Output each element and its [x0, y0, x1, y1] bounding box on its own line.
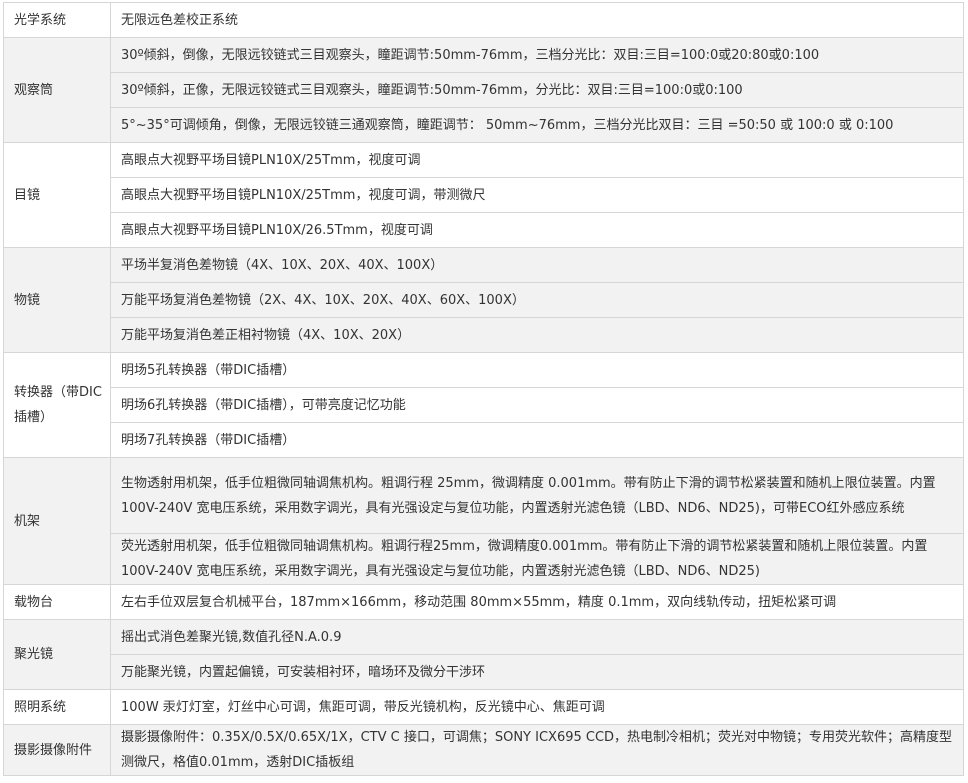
value-cell: 高眼点大视野平场目镜PLN10X/25Tmm，视度可调: [110, 142, 964, 178]
value-cell: 荧光透射用机架，低手位粗微同轴调焦机构。粗调行程25mm，微调精度0.001mm…: [110, 533, 964, 585]
table-row: 万能平场复消色差物镜（2X、4X、10X、20X、40X、60X、100X）: [4, 282, 964, 318]
value-cell: 高眼点大视野平场目镜PLN10X/26.5Tmm，视度可调: [110, 212, 964, 248]
value-cell: 摄影摄像附件：0.35X/0.5X/0.65X/1X，CTV C 接口，可调焦；…: [110, 724, 964, 776]
category-cell: 转换器（带DIC插槽）: [3, 352, 111, 458]
category-cell: 机架: [3, 457, 111, 585]
table-row: 摄影摄像附件 摄影摄像附件：0.35X/0.5X/0.65X/1X，CTV C …: [3, 724, 964, 776]
table-row: 万能聚光镜，内置起偏镜，可安装相衬环，暗场环及微分干涉环: [4, 654, 964, 690]
category-cell: 聚光镜: [3, 619, 111, 690]
table-row: 荧光透射用机架，低手位粗微同轴调焦机构。粗调行程25mm，微调精度0.001mm…: [4, 533, 964, 585]
table-row: 聚光镜 摇出式消色差聚光镜,数值孔径N.A.0.9: [3, 619, 964, 690]
value-cell: 30º倾斜，倒像，无限远铰链式三目观察头，瞳距调节:50mm-76mm，三档分光…: [110, 37, 964, 73]
category-cell: 目镜: [3, 142, 111, 248]
value-cell: 摇出式消色差聚光镜,数值孔径N.A.0.9: [110, 619, 964, 655]
category-cell: 观察筒: [3, 37, 111, 143]
value-cell: 高眼点大视野平场目镜PLN10X/25Tmm，视度可调，带测微尺: [110, 177, 964, 213]
table-row: 目镜 高眼点大视野平场目镜PLN10X/25Tmm，视度可调: [3, 142, 964, 248]
table-row: 光学系统 无限远色差校正系统: [3, 2, 964, 38]
category-cell: 物镜: [3, 247, 111, 353]
table-row: 观察筒 30º倾斜，倒像，无限远铰链式三目观察头，瞳距调节:50mm-76mm，…: [3, 37, 964, 143]
value-cell: 明场7孔转换器（带DIC插槽）: [110, 422, 964, 458]
spec-table: 光学系统 无限远色差校正系统 观察筒 30º倾斜，倒像，无限远铰链式三目观察头，…: [3, 2, 964, 776]
value-cell: 万能平场复消色差正相衬物镜（4X、10X、20X）: [110, 317, 964, 353]
table-row: 万能平场复消色差正相衬物镜（4X、10X、20X）: [4, 317, 964, 353]
table-row: 照明系统 100W 汞灯灯室，灯丝中心可调，焦距可调，带反光镜机构，反光镜中心、…: [3, 689, 964, 725]
category-cell: 光学系统: [3, 2, 111, 38]
category-cell: 载物台: [3, 584, 111, 620]
table-row: 5°~35°可调倾角，倒像，无限远铰链三通观察筒，瞳距调节： 50mm~76mm…: [4, 107, 964, 143]
table-row: 机架 生物透射用机架，低手位粗微同轴调焦机构。粗调行程 25mm，微调精度 0.…: [3, 457, 964, 585]
table-row: 载物台 左右手位双层复合机械平台，187mm×166mm，移动范围 80mm×5…: [3, 584, 964, 620]
value-cell: 明场6孔转换器（带DIC插槽），可带亮度记忆功能: [110, 387, 964, 423]
table-row: 物镜 平场半复消色差物镜（4X、10X、20X、40X、100X）: [3, 247, 964, 353]
value-cell: 100W 汞灯灯室，灯丝中心可调，焦距可调，带反光镜机构，反光镜中心、焦距可调: [110, 689, 964, 725]
category-cell: 摄影摄像附件: [3, 724, 111, 776]
table-row: 转换器（带DIC插槽） 明场5孔转换器（带DIC插槽）: [3, 352, 964, 458]
table-row: 明场6孔转换器（带DIC插槽），可带亮度记忆功能: [4, 387, 964, 423]
value-cell: 万能聚光镜，内置起偏镜，可安装相衬环，暗场环及微分干涉环: [110, 654, 964, 690]
value-cell: 无限远色差校正系统: [110, 2, 964, 38]
value-cell: 明场5孔转换器（带DIC插槽）: [110, 352, 964, 388]
table-row: 明场7孔转换器（带DIC插槽）: [4, 422, 964, 458]
value-cell: 30º倾斜，正像，无限远铰链式三目观察头，瞳距调节:50mm-76mm，分光比：…: [110, 72, 964, 108]
value-cell: 万能平场复消色差物镜（2X、4X、10X、20X、40X、60X、100X）: [110, 282, 964, 318]
table-row: 高眼点大视野平场目镜PLN10X/25Tmm，视度可调，带测微尺: [4, 177, 964, 213]
value-cell: 生物透射用机架，低手位粗微同轴调焦机构。粗调行程 25mm，微调精度 0.001…: [110, 457, 964, 534]
category-cell: 照明系统: [3, 689, 111, 725]
value-cell: 5°~35°可调倾角，倒像，无限远铰链三通观察筒，瞳距调节： 50mm~76mm…: [110, 107, 964, 143]
value-cell: 平场半复消色差物镜（4X、10X、20X、40X、100X）: [110, 247, 964, 283]
value-cell: 左右手位双层复合机械平台，187mm×166mm，移动范围 80mm×55mm，…: [110, 584, 964, 620]
table-row: 30º倾斜，正像，无限远铰链式三目观察头，瞳距调节:50mm-76mm，分光比：…: [4, 72, 964, 108]
table-row: 高眼点大视野平场目镜PLN10X/26.5Tmm，视度可调: [4, 212, 964, 248]
